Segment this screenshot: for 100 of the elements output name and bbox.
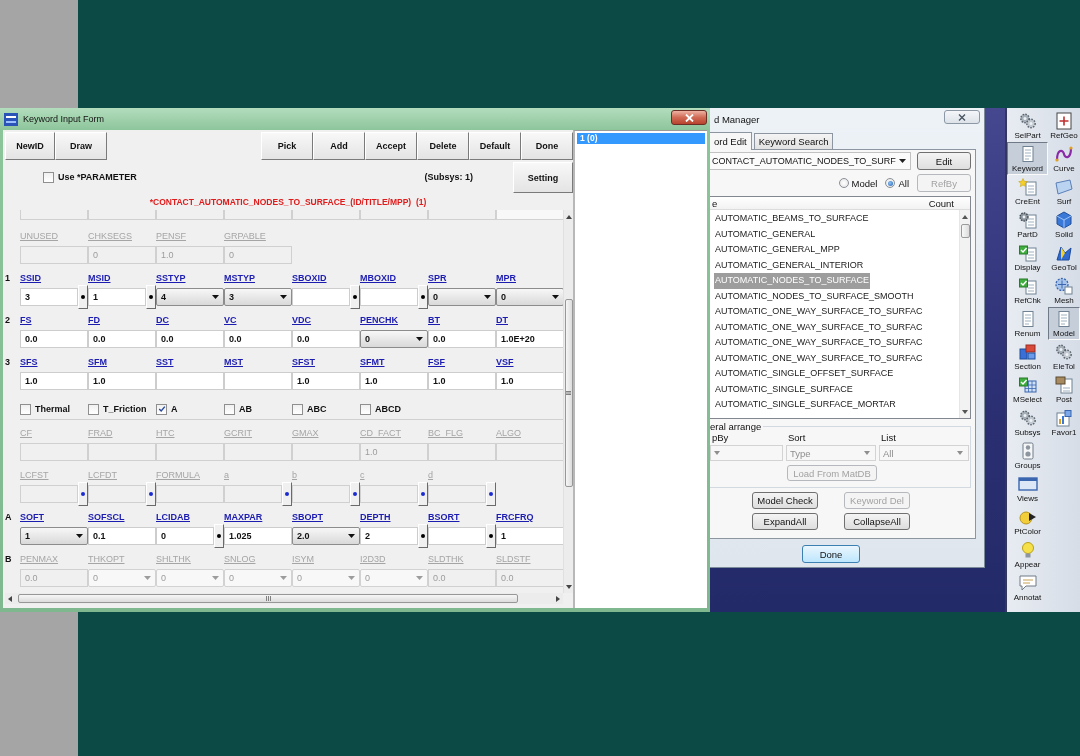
up-arrow-icon[interactable]: [565, 215, 572, 219]
pick-button[interactable]: [146, 285, 156, 309]
setting-button[interactable]: Setting: [513, 162, 573, 193]
input-field[interactable]: [428, 527, 486, 545]
up-arrow-icon[interactable]: [962, 215, 968, 219]
checkbox[interactable]: [20, 403, 31, 415]
list-item[interactable]: AUTOMATIC_BEAMS_TO_SURFACE: [714, 211, 870, 227]
list-item[interactable]: AUTOMATIC_ONE_WAY_SURFACE_TO_SURFAC: [714, 335, 924, 351]
input-field[interactable]: 1.0: [496, 372, 563, 390]
field-label[interactable]: SOFSCL: [88, 511, 125, 523]
scroll-thumb[interactable]: [18, 594, 518, 603]
field-label[interactable]: SBOPT: [292, 511, 323, 523]
input-field[interactable]: [428, 443, 496, 461]
column-header[interactable]: Count: [928, 197, 954, 209]
input-field[interactable]: 0.0: [156, 330, 224, 348]
toolbar-button[interactable]: Model: [1048, 307, 1080, 340]
field-label[interactable]: PENCHK: [360, 314, 398, 326]
input-field[interactable]: [428, 485, 486, 503]
field-label[interactable]: VC: [224, 314, 237, 326]
input-field[interactable]: 0.0: [292, 330, 360, 348]
pick-button[interactable]: [214, 524, 224, 548]
toolbar-button[interactable]: Default: [469, 132, 521, 160]
input-field[interactable]: [360, 485, 418, 503]
checkbox[interactable]: [156, 403, 167, 415]
field-label[interactable]: SSID: [20, 272, 41, 284]
field-label[interactable]: SFS: [20, 356, 38, 368]
input-field[interactable]: [292, 443, 360, 461]
field-label[interactable]: SFST: [292, 356, 315, 368]
left-arrow-icon[interactable]: [8, 595, 12, 602]
field-label[interactable]: FRCFRQ: [496, 511, 534, 523]
pick-button[interactable]: [486, 482, 496, 506]
scroll-thumb[interactable]: [564, 299, 573, 487]
toolbar-button[interactable]: GeoTol: [1048, 241, 1080, 274]
input-field[interactable]: 0.0: [224, 330, 292, 348]
toolbar-button[interactable]: Favor1: [1048, 406, 1080, 439]
list-item[interactable]: AUTOMATIC_SINGLE_SURFACE: [714, 381, 854, 397]
toolbar-button[interactable]: PtColor: [1007, 505, 1048, 538]
field-label[interactable]: SPR: [428, 272, 447, 284]
pick-button[interactable]: [350, 285, 360, 309]
input-field[interactable]: 1.0: [88, 372, 156, 390]
input-field[interactable]: [292, 210, 360, 220]
input-field[interactable]: 1: [88, 288, 146, 306]
toolbar-button[interactable]: Appear: [1007, 538, 1048, 571]
input-field[interactable]: 1.0: [292, 372, 360, 390]
list-item[interactable]: AUTOMATIC_ONE_WAY_SURFACE_TO_SURFAC: [714, 350, 924, 366]
field-label[interactable]: SBOXID: [292, 272, 327, 284]
input-field[interactable]: [156, 443, 224, 461]
field-label[interactable]: VSF: [496, 356, 514, 368]
toolbar-button[interactable]: CreEnt: [1007, 175, 1048, 208]
input-field[interactable]: 2: [360, 527, 418, 545]
close-button[interactable]: [944, 110, 980, 124]
dropdown[interactable]: 0: [360, 330, 428, 348]
toolbar-button[interactable]: Subsys: [1007, 406, 1048, 439]
done-button[interactable]: Done: [802, 545, 860, 563]
toolbar-button[interactable]: Display: [1007, 241, 1048, 274]
list-item[interactable]: AUTOMATIC_ONE_WAY_SURFACE_TO_SURFAC: [714, 319, 924, 335]
list-item[interactable]: AUTOMATIC_SINGLE_OFFSET_SURFACE: [714, 366, 895, 382]
field-label[interactable]: VDC: [292, 314, 311, 326]
input-field[interactable]: [20, 485, 78, 503]
list-item[interactable]: AUTOMATIC_SINGLE_SURFACE_MORTAR: [714, 397, 897, 413]
field-label[interactable]: BT: [428, 314, 440, 326]
checkbox[interactable]: [224, 403, 235, 415]
input-field[interactable]: [20, 210, 88, 220]
radio-button[interactable]: [838, 178, 849, 188]
list-item[interactable]: AUTOMATIC_GENERAL_INTERIOR: [714, 257, 865, 273]
field-label[interactable]: DC: [156, 314, 169, 326]
dropdown[interactable]: 1: [20, 527, 88, 545]
input-field[interactable]: [360, 210, 428, 220]
toolbar-button[interactable]: EleTol: [1048, 340, 1080, 373]
input-field[interactable]: [88, 443, 156, 461]
horizontal-scrollbar[interactable]: [5, 593, 563, 604]
toolbar-button[interactable]: Add: [313, 132, 365, 160]
field-label[interactable]: SFM: [88, 356, 107, 368]
toolbar-button[interactable]: Accept: [365, 132, 417, 160]
pick-button[interactable]: [418, 285, 428, 309]
pick-button[interactable]: [282, 482, 292, 506]
pick-button[interactable]: [418, 482, 428, 506]
down-arrow-icon[interactable]: [565, 585, 572, 589]
tab[interactable]: Keyword Search: [753, 133, 834, 149]
list-item[interactable]: AUTOMATIC_NODES_TO_SURFACE_SMOOTH: [714, 288, 915, 304]
input-field[interactable]: [20, 246, 88, 264]
toolbar-button[interactable]: SelPart: [1007, 109, 1048, 142]
field-label[interactable]: SSTYP: [156, 272, 186, 284]
input-field[interactable]: [88, 210, 156, 220]
toolbar-button[interactable]: Post: [1048, 373, 1080, 406]
toolbar-button[interactable]: RefChk: [1007, 274, 1048, 307]
edit-button[interactable]: Edit: [917, 152, 971, 170]
field-label[interactable]: SOFT: [20, 511, 44, 523]
toolbar-button[interactable]: PartD: [1007, 208, 1048, 241]
toolbar-button[interactable]: Groups: [1007, 439, 1048, 472]
radio-button[interactable]: [885, 178, 896, 188]
input-field[interactable]: 1.0E+20: [496, 330, 563, 348]
input-field[interactable]: [224, 210, 292, 220]
toolbar-button[interactable]: RefGeo: [1048, 109, 1080, 142]
toolbar-button[interactable]: Section: [1007, 340, 1048, 373]
toolbar-button[interactable]: Keyword: [1007, 142, 1048, 175]
input-field[interactable]: 3: [20, 288, 78, 306]
field-label[interactable]: MBOXID: [360, 272, 396, 284]
tab[interactable]: ord Edit: [710, 132, 752, 150]
vertical-scrollbar[interactable]: [563, 210, 573, 593]
